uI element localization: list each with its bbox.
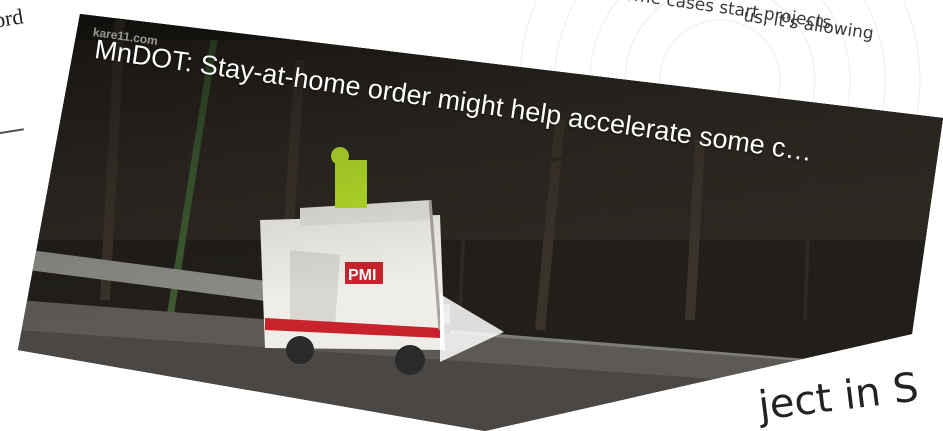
article-text-fragment-left: ord bbox=[0, 3, 25, 33]
play-icon[interactable] bbox=[432, 288, 512, 368]
page: ord us, it's allowing d in some cases st… bbox=[0, 0, 943, 431]
article-heading-fragment: ject in S bbox=[756, 364, 922, 430]
divider bbox=[0, 128, 24, 135]
truck-brand-label: PMI bbox=[348, 267, 376, 284]
